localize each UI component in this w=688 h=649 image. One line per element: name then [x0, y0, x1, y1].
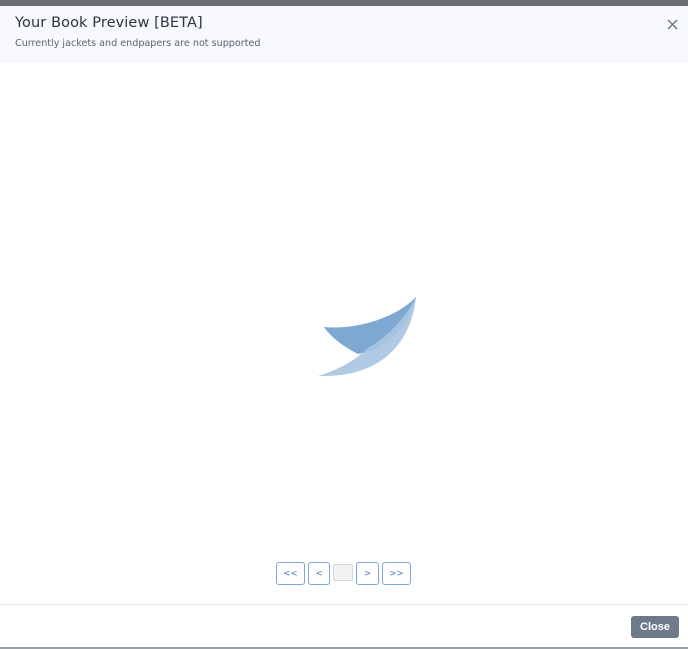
modal-header: Your Book Preview [BETA] Currently jacke… — [0, 6, 688, 62]
previous-page-button[interactable]: < — [308, 562, 330, 585]
loading-spinner-icon — [318, 297, 416, 377]
last-page-button[interactable]: >> — [382, 562, 411, 585]
close-icon[interactable] — [660, 13, 684, 35]
footer-divider — [0, 604, 688, 605]
book-preview-modal: Your Book Preview [BETA] Currently jacke… — [0, 6, 688, 649]
page-number-input[interactable] — [333, 564, 353, 581]
first-page-button[interactable]: << — [276, 562, 305, 585]
modal-title: Your Book Preview [BETA] — [15, 15, 203, 31]
modal-subtitle: Currently jackets and endpapers are not … — [15, 38, 261, 49]
next-page-button[interactable]: > — [356, 562, 379, 585]
close-button[interactable]: Close — [631, 616, 679, 638]
